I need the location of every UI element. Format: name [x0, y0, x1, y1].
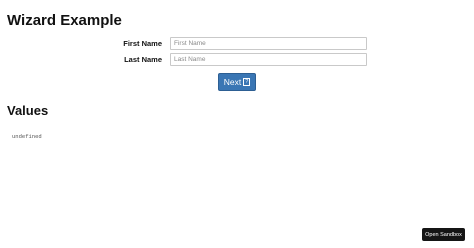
- page: Wizard Example First Name Last Name Next…: [0, 0, 474, 248]
- first-name-row: First Name: [0, 37, 474, 51]
- last-name-label: Last Name: [124, 55, 162, 64]
- next-button[interactable]: Next ?: [218, 73, 256, 91]
- last-name-input[interactable]: [170, 53, 367, 66]
- last-name-row: Last Name: [0, 53, 474, 67]
- values-heading: Values: [7, 103, 49, 118]
- page-title: Wizard Example: [7, 12, 122, 29]
- next-button-label: Next: [223, 77, 242, 87]
- question-box-icon: ?: [243, 78, 251, 86]
- first-name-input[interactable]: [170, 37, 367, 50]
- first-name-label: First Name: [123, 39, 162, 48]
- open-sandbox-button[interactable]: Open Sandbox: [422, 228, 465, 241]
- values-output: undefined: [12, 132, 42, 140]
